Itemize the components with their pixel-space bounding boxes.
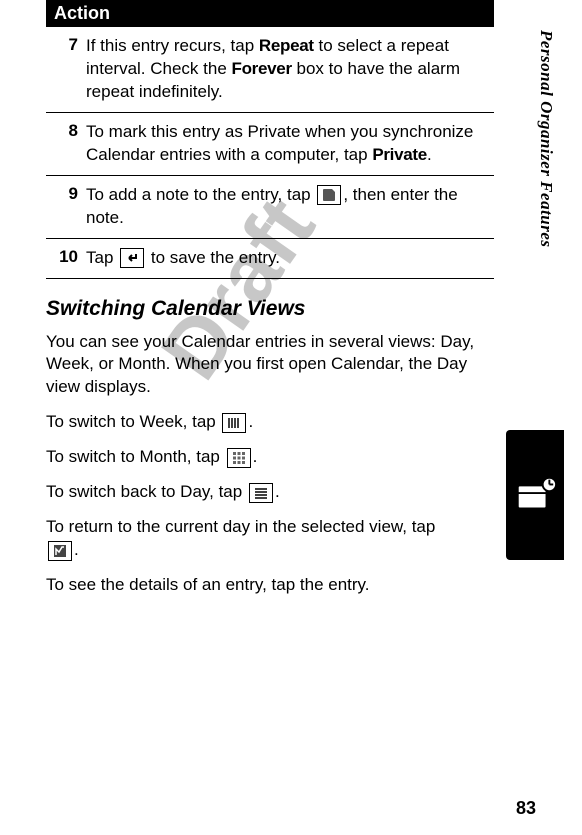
text: . [74,540,79,559]
steps-table: 7 If this entry recurs, tap Repeat to se… [46,27,494,279]
step-number: 7 [50,35,78,104]
text: If this entry recurs, tap [86,36,259,55]
note-icon [317,185,341,205]
side-section-label: Personal Organizer Features [536,30,556,248]
step-description: To add a note to the entry, tap , then e… [86,184,490,230]
week-view-icon [222,413,246,433]
day-view-icon [249,483,273,503]
intro-paragraph: You can see your Calendar entries in sev… [46,331,486,400]
day-paragraph: To switch back to Day, tap . [46,481,486,504]
text: . [427,145,432,164]
week-paragraph: To switch to Week, tap . [46,411,486,434]
side-category-icon-box [506,430,564,560]
text: to save the entry. [146,248,280,267]
return-paragraph: To return to the current day in the sele… [46,516,446,562]
organizer-icon [512,472,558,518]
step-number: 9 [50,184,78,230]
text: To add a note to the entry, tap [86,185,315,204]
page-number: 83 [516,798,536,819]
step-description: To mark this entry as Private when you s… [86,121,490,167]
ui-label-private: Private [372,145,427,164]
return-arrow-icon [120,248,144,268]
month-paragraph: To switch to Month, tap . [46,446,486,469]
table-row: 7 If this entry recurs, tap Repeat to se… [46,27,494,113]
step-number: 8 [50,121,78,167]
table-row: 10 Tap to save the entry. [46,239,494,279]
text: . [253,447,258,466]
table-row: 9 To add a note to the entry, tap , then… [46,176,494,239]
table-row: 8 To mark this entry as Private when you… [46,113,494,176]
ui-label-repeat: Repeat [259,36,314,55]
ui-label-forever: Forever [232,59,292,78]
text: To return to the current day in the sele… [46,517,435,536]
text: . [248,412,253,431]
month-view-icon [227,448,251,468]
details-paragraph: To see the details of an entry, tap the … [46,574,486,597]
section-heading: Switching Calendar Views [46,297,536,321]
text: . [275,482,280,501]
text: To switch to Month, tap [46,447,225,466]
step-number: 10 [50,247,78,270]
table-header: Action [46,0,494,27]
step-description: If this entry recurs, tap Repeat to sele… [86,35,490,104]
text: Tap [86,248,118,267]
today-icon [48,541,72,561]
text: To switch to Week, tap [46,412,220,431]
text: To switch back to Day, tap [46,482,247,501]
step-description: Tap to save the entry. [86,247,490,270]
